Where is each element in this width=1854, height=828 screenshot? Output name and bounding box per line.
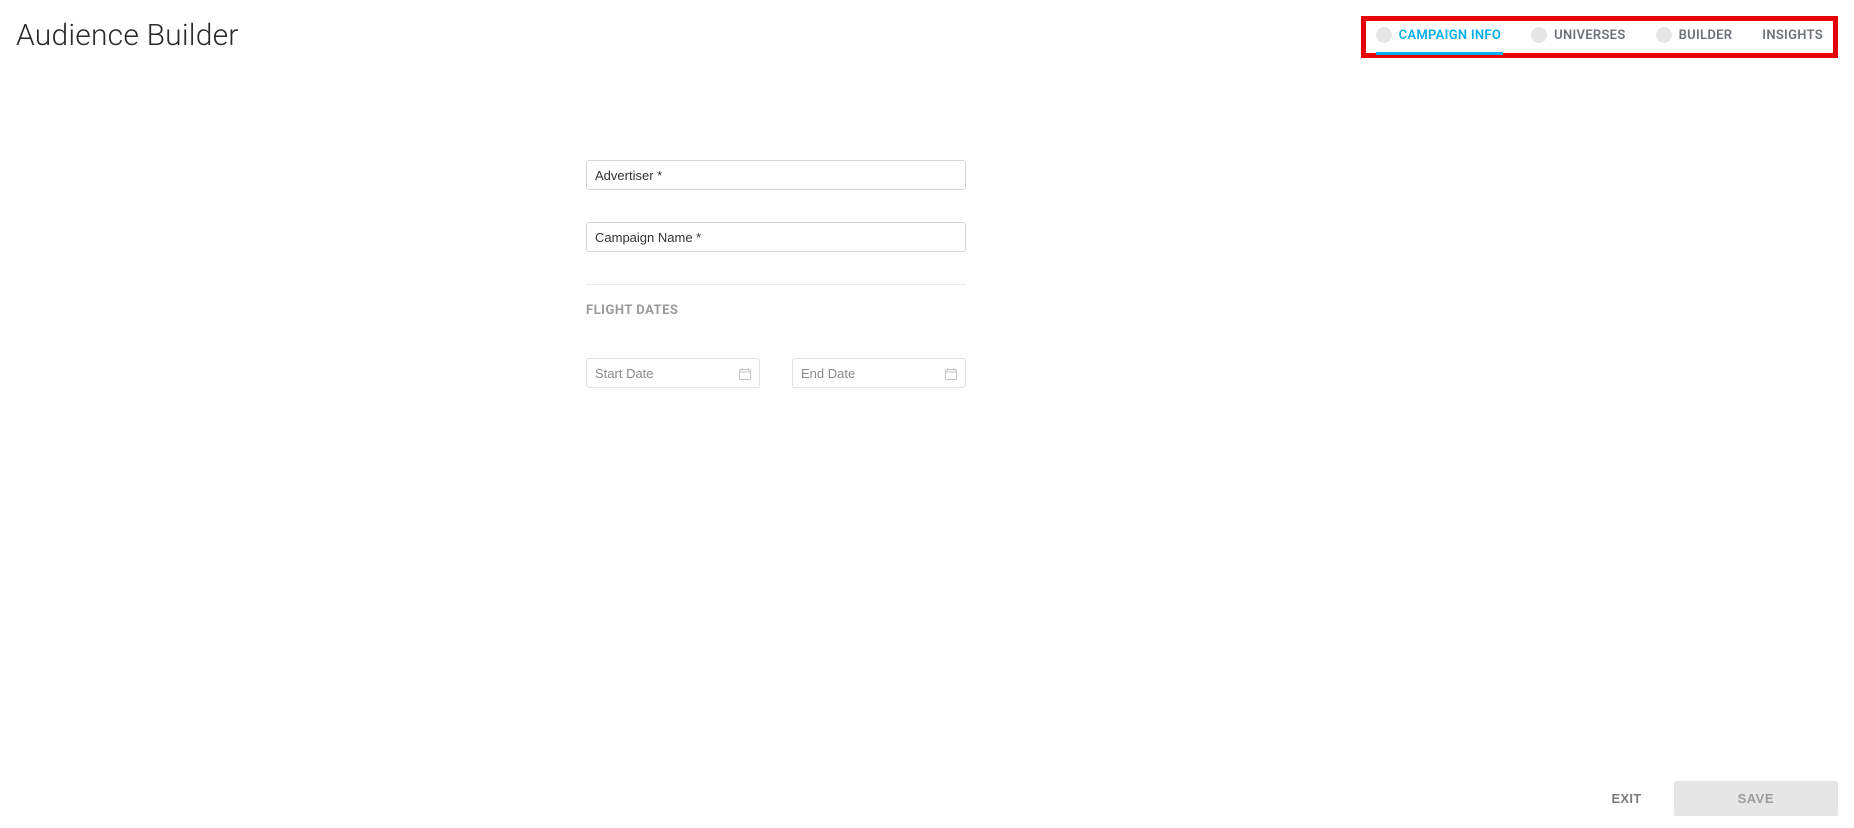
end-date-input[interactable]: [792, 358, 966, 388]
step-circle-icon: [1531, 27, 1547, 43]
campaign-form: FLIGHT DATES: [586, 160, 966, 388]
advertiser-input[interactable]: [586, 160, 966, 190]
step-circle-icon: [1656, 27, 1672, 43]
save-button[interactable]: SAVE: [1674, 781, 1838, 816]
tab-label: UNIVERSES: [1554, 28, 1625, 43]
tabs-highlight-box: CAMPAIGN INFO UNIVERSES BUILDER INSIGHTS: [1361, 16, 1838, 58]
tab-label: BUILDER: [1679, 28, 1733, 43]
flight-dates-row: [586, 358, 966, 388]
divider: [586, 284, 966, 285]
page-title: Audience Builder: [16, 18, 239, 53]
tab-label: CAMPAIGN INFO: [1399, 28, 1502, 43]
step-tabs: CAMPAIGN INFO UNIVERSES BUILDER INSIGHTS: [1376, 27, 1823, 47]
tab-insights[interactable]: INSIGHTS: [1762, 28, 1823, 47]
footer-actions: EXIT SAVE: [1607, 781, 1838, 816]
end-date-wrap: [792, 358, 966, 388]
tab-campaign-info[interactable]: CAMPAIGN INFO: [1376, 27, 1502, 47]
step-circle-icon: [1376, 27, 1392, 43]
flight-dates-label: FLIGHT DATES: [586, 303, 966, 318]
exit-button[interactable]: EXIT: [1607, 783, 1645, 814]
tab-builder[interactable]: BUILDER: [1656, 27, 1733, 47]
header: Audience Builder CAMPAIGN INFO UNIVERSES…: [0, 0, 1854, 58]
start-date-input[interactable]: [586, 358, 760, 388]
start-date-wrap: [586, 358, 760, 388]
campaign-name-input[interactable]: [586, 222, 966, 252]
tab-universes[interactable]: UNIVERSES: [1531, 27, 1625, 47]
tab-label: INSIGHTS: [1762, 28, 1823, 43]
advertiser-group: [586, 160, 966, 190]
campaign-name-group: [586, 222, 966, 252]
